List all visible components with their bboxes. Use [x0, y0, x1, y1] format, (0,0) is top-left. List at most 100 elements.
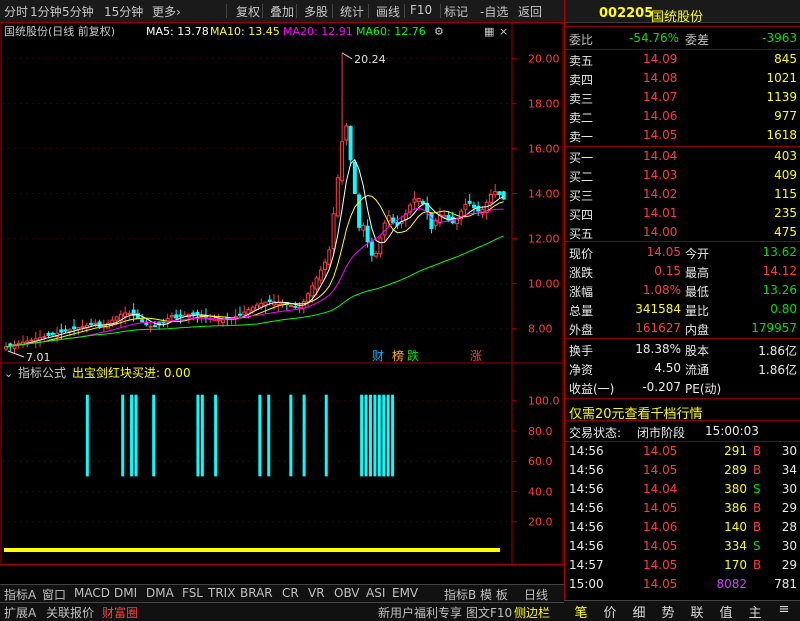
marker-zhang[interactable]: 涨: [470, 348, 482, 363]
candle-body: [442, 214, 447, 218]
toolbar-item-9[interactable]: 画线: [376, 3, 400, 20]
status-right-0[interactable]: 新用户福利专享: [378, 604, 462, 621]
side-tab-2[interactable]: 细: [626, 602, 652, 621]
side-tab-5[interactable]: 值: [713, 602, 739, 621]
tick-row: 14:56 14.05 334 S 30: [565, 537, 800, 557]
asks-row[interactable]: 卖一 14.05 1618: [565, 126, 800, 146]
bids-price: 14.00: [643, 225, 678, 239]
toolbar-item-8[interactable]: 统计: [340, 3, 364, 20]
toolbar-item-0[interactable]: 分时: [4, 3, 28, 20]
marker-cai[interactable]: 财: [372, 349, 384, 363]
bids-price: 14.04: [643, 149, 678, 163]
asks-price: 14.06: [643, 109, 678, 123]
indicator-tab-8[interactable]: CR: [282, 586, 299, 600]
side-tab-0[interactable]: 笔: [568, 602, 594, 621]
toolbar-item-7[interactable]: 多股: [304, 3, 328, 20]
side-tab-3[interactable]: 势: [655, 602, 681, 621]
candle-body: [454, 218, 459, 225]
indicator-formula-label: 指标公式: [18, 365, 66, 380]
bids-row[interactable]: 买一 14.04 403: [565, 147, 800, 167]
signal-bar: [373, 394, 377, 477]
candle-body: [488, 193, 493, 203]
toolbar-item-5[interactable]: 复权: [236, 3, 260, 20]
candle-body: [365, 225, 370, 243]
tick-row: 14:56 14.04 380 S 30: [565, 480, 800, 500]
toolbar-item-11[interactable]: 标记: [444, 3, 468, 20]
candle-body: [25, 340, 30, 344]
indicator-tab-4[interactable]: DMA: [146, 586, 174, 600]
toolbar-item-3[interactable]: 15分钟: [104, 3, 143, 20]
indicator-tab-11[interactable]: ASI: [366, 586, 385, 600]
side-tab-6[interactable]: 主: [742, 602, 768, 621]
bids-row[interactable]: 买四 14.01 235: [565, 204, 800, 224]
toolbar-item-6[interactable]: 叠加: [270, 3, 294, 20]
toolbar-item-12[interactable]: -自选: [480, 3, 508, 20]
status-right-2[interactable]: 侧边栏: [514, 604, 550, 621]
ind-y-tick-label: 40.0: [528, 485, 553, 498]
status-item-1[interactable]: 关联报价: [46, 604, 94, 621]
indicator-tab-0[interactable]: 指标A: [4, 586, 36, 603]
asks-row[interactable]: 卖四 14.08 1021: [565, 69, 800, 89]
tick-price: 14.06: [643, 520, 678, 534]
asks-row[interactable]: 卖三 14.07 1139: [565, 88, 800, 108]
tick-volume: 140: [724, 520, 747, 534]
indicator-tab-9[interactable]: VR: [308, 586, 325, 600]
indicator-tab-12[interactable]: EMV: [392, 586, 418, 600]
toolbar-item-2[interactable]: 5分钟: [62, 3, 94, 20]
marker-die[interactable]: 跌: [407, 348, 419, 363]
candle-body: [471, 204, 476, 208]
bids-row[interactable]: 买三 14.02 115: [565, 185, 800, 205]
side-tab-4[interactable]: 联: [684, 602, 710, 621]
quote-side-tabs: 笔价细势联值主 ≡: [564, 600, 800, 621]
indicator-tab-3[interactable]: DMI: [114, 586, 137, 600]
stat-value: 341584: [635, 302, 681, 316]
stat2-label: 股本: [685, 344, 710, 358]
toolbar-item-4[interactable]: 更多›: [152, 3, 181, 20]
toolbar-item-13[interactable]: 返回: [518, 3, 542, 20]
indicator-tab-1[interactable]: 窗口: [42, 586, 66, 603]
ma20-line: [5, 207, 504, 348]
stat-label: 内盘: [685, 323, 710, 337]
bids-row[interactable]: 买五 14.00 475: [565, 223, 800, 243]
bids-row[interactable]: 买二 14.03 409: [565, 166, 800, 186]
chart-tools-icon[interactable]: ▦: [484, 25, 494, 38]
side-tab-7[interactable]: ≡: [771, 602, 797, 617]
indicator-tab-15[interactable]: 日线: [524, 586, 548, 603]
stats-row: 涨跌 0.15 最高 14.12: [565, 262, 800, 282]
stats2-row: 收益(一) -0.207 PE(动): [565, 378, 800, 398]
chart-close-icon[interactable]: ×: [499, 25, 508, 38]
indicator-tab-5[interactable]: FSL: [182, 586, 203, 600]
candle-body: [50, 332, 55, 335]
toolbar-item-1[interactable]: 1分钟: [30, 3, 62, 20]
marker-bang[interactable]: 榜: [392, 348, 404, 363]
tick-time: 14:57: [569, 558, 604, 572]
indicator-tab-14[interactable]: 模 板: [480, 586, 508, 603]
tick-volume: 289: [724, 463, 747, 477]
indicator-tab-6[interactable]: TRIX: [208, 586, 235, 600]
status-item-0[interactable]: 扩展A: [4, 604, 36, 621]
signal-bar: [289, 394, 293, 477]
candle-body: [16, 342, 21, 345]
stat-value: 13.62: [762, 245, 797, 259]
status-item-2[interactable]: 财富圈: [102, 604, 138, 621]
asks-price: 14.05: [643, 128, 678, 142]
candle-body: [357, 194, 362, 228]
indicator-tab-10[interactable]: OBV: [334, 586, 360, 600]
promo-row[interactable]: 仅需20元查看千档行情: [565, 401, 800, 422]
asks-row[interactable]: 卖二 14.06 977: [565, 107, 800, 127]
chart-area[interactable]: 国统股份(日线 前复权) MA5: 13.78 MA10: 13.45 MA20: 1…: [0, 22, 564, 582]
toolbar-item-10[interactable]: F10: [410, 3, 432, 17]
asks-row[interactable]: 卖五 14.09 845: [565, 50, 800, 70]
chart-settings-icon[interactable]: ⚙: [434, 25, 444, 38]
candle-body: [8, 343, 13, 347]
status-right-1[interactable]: 图文F10: [466, 604, 512, 621]
price-chart-svg[interactable]: 国统股份(日线 前复权) MA5: 13.78 MA10: 13.45 MA20: 1…: [0, 22, 564, 582]
indicator-tab-2[interactable]: MACD: [74, 586, 110, 600]
signal-bar: [324, 394, 328, 477]
tick-row: 14:56 14.06 140 B 28: [565, 518, 800, 538]
indicator-tab-13[interactable]: 指标B: [444, 586, 476, 603]
indicator-collapse-icon[interactable]: ⌄: [4, 367, 13, 380]
candle-body: [493, 191, 498, 196]
indicator-tab-7[interactable]: BRAR: [240, 586, 273, 600]
side-tab-1[interactable]: 价: [597, 602, 623, 621]
